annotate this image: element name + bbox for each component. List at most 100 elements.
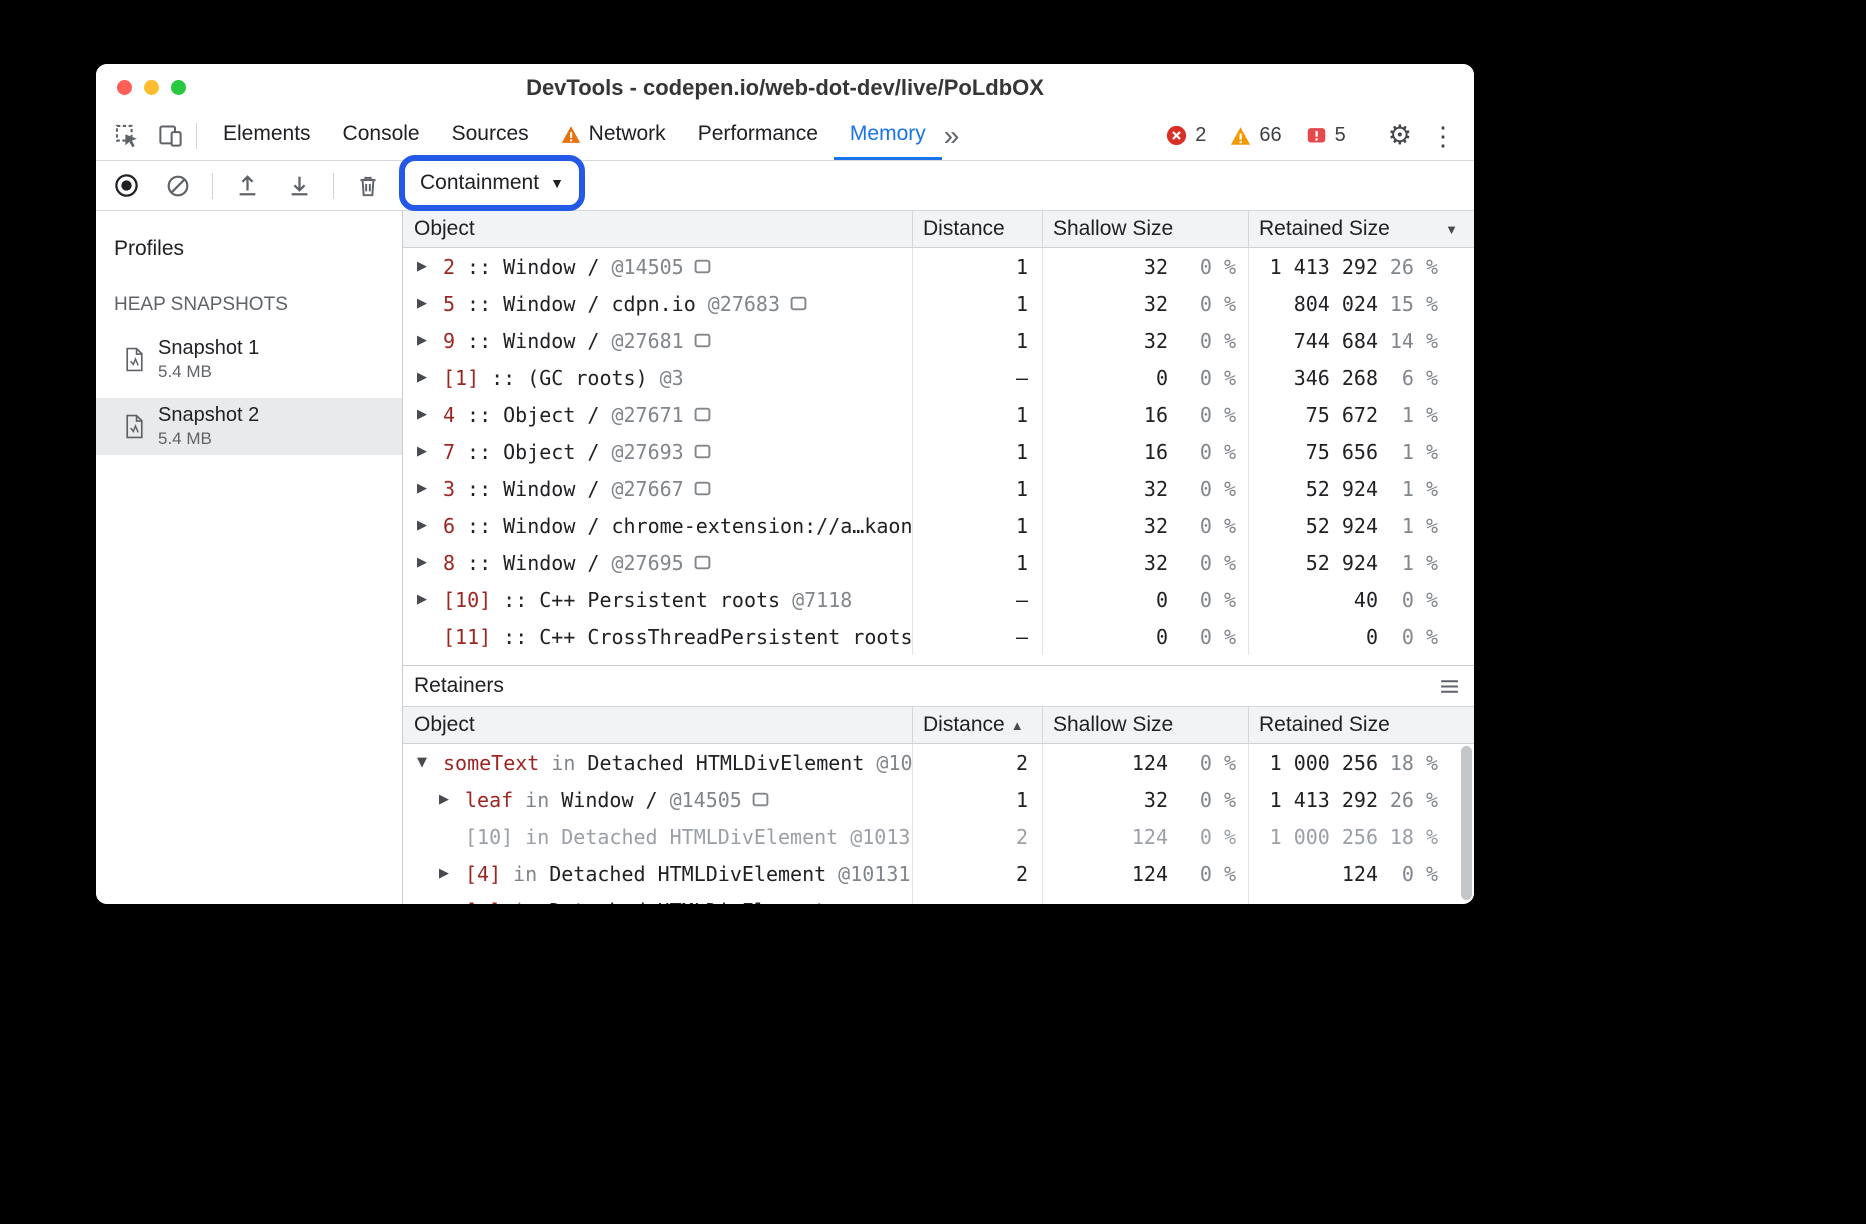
view-mode-select[interactable]: Containment	[420, 171, 539, 195]
expand-toggle-icon[interactable]: ▶	[417, 592, 443, 607]
heap-grid-row[interactable]: ▶ 9 :: Window / @27681 1 32 0 % 744 684 …	[403, 322, 1474, 359]
expand-toggle-icon[interactable]: ▶	[417, 259, 443, 274]
tab-label: Sources	[452, 122, 529, 146]
devtools-tabbar: Elements Console Sources Network Perform…	[96, 111, 1474, 161]
device-toolbar-icon	[157, 122, 184, 149]
heap-grid-row[interactable]: […] in Detached HTMLDivElement	[403, 892, 1474, 904]
reveal-frame-icon[interactable]	[694, 555, 711, 570]
shallow-size-value: 124	[1043, 862, 1168, 886]
shallow-size-percent: 0 %	[1168, 440, 1236, 464]
heap-grid-row[interactable]: ▼ someText in Detached HTMLDivElement @1…	[403, 744, 1474, 781]
tab-performance[interactable]: Performance	[682, 111, 834, 160]
shallow-size-cell: 124 0 %	[1042, 855, 1248, 892]
column-header-shallow-size[interactable]: Shallow Size	[1042, 707, 1248, 743]
heap-grid-row[interactable]: ▶ 2 :: Window / @14505 1 32 0 % 1 413 29…	[403, 248, 1474, 285]
edge-name: 3	[443, 477, 455, 501]
load-profile-button[interactable]	[225, 166, 269, 206]
heap-grid-row[interactable]: ▶ [1] :: (GC roots) @3 – 0 0 % 346 268 6…	[403, 359, 1474, 396]
reveal-frame-icon[interactable]	[694, 259, 711, 274]
heap-grid-row[interactable]: ▶ 7 :: Object / @27693 1 16 0 % 75 656 1…	[403, 433, 1474, 470]
reveal-frame-icon[interactable]	[694, 407, 711, 422]
device-toolbar-button[interactable]	[148, 111, 192, 160]
kebab-menu-icon[interactable]: ⋮	[1430, 123, 1456, 149]
expand-toggle-icon[interactable]: ▶	[439, 792, 465, 807]
tab-network[interactable]: Network	[545, 111, 682, 160]
tab-label: Network	[589, 122, 666, 146]
distance-cell: –	[912, 618, 1042, 655]
warning-badge[interactable]: 66	[1230, 124, 1281, 147]
close-button[interactable]	[117, 80, 132, 95]
column-header-distance[interactable]: Distance	[912, 211, 1042, 247]
heap-grid-row[interactable]: ▶ 3 :: Window / @27667 1 32 0 % 52 924 1…	[403, 470, 1474, 507]
column-header-retained-size[interactable]: Retained Size ▼	[1248, 211, 1474, 247]
expand-toggle-icon[interactable]: ▶	[417, 444, 443, 459]
heap-grid-row[interactable]: ▶ [10] :: C++ Persistent roots @7118 – 0…	[403, 581, 1474, 618]
expand-toggle-icon[interactable]: ▶	[417, 555, 443, 570]
object-cell: [11] :: C++ CrossThreadPersistent roots	[403, 618, 912, 655]
object-name: Detached HTMLDivElement	[561, 825, 838, 849]
in-keyword: in	[551, 751, 575, 775]
retainers-section-header: Retainers	[403, 665, 1474, 707]
retained-size-cell: 52 924 1 %	[1248, 507, 1474, 544]
heap-grid-row[interactable]: ▶ 5 :: Window / cdpn.io @27683 1 32 0 % …	[403, 285, 1474, 322]
heap-grid-row[interactable]: ▶ 6 :: Window / chrome-extension://a…kao…	[403, 507, 1474, 544]
error-count: 2	[1195, 124, 1206, 147]
tab-memory[interactable]: Memory	[834, 111, 942, 160]
error-badge[interactable]: 2	[1166, 124, 1206, 147]
retained-size-percent: 0 %	[1378, 588, 1438, 612]
object-cell: ▶ 5 :: Window / cdpn.io @27683	[403, 285, 912, 322]
column-header-distance[interactable]: Distance ▲	[912, 707, 1042, 743]
column-header-retained-size[interactable]: Retained Size	[1248, 707, 1474, 743]
memory-panel: Profiles HEAP SNAPSHOTS Snapshot 1 5.4 M…	[96, 211, 1474, 904]
heap-grid-row[interactable]: ▶ [4] in Detached HTMLDivElement @10131 …	[403, 855, 1474, 892]
retained-size-percent: 1 %	[1378, 403, 1438, 427]
heap-grid-row[interactable]: ▶ 4 :: Object / @27671 1 16 0 % 75 672 1…	[403, 396, 1474, 433]
shallow-size-cell: 0 0 %	[1042, 581, 1248, 618]
reveal-frame-icon[interactable]	[752, 792, 769, 807]
reveal-frame-icon[interactable]	[694, 333, 711, 348]
issues-badge[interactable]: 5	[1306, 124, 1346, 147]
expand-toggle-icon[interactable]: ▶	[417, 407, 443, 422]
object-id: @27683	[708, 292, 780, 316]
heap-grid-row[interactable]: ▶ leaf in Window / @14505 1 32 0 % 1 413…	[403, 781, 1474, 818]
collect-garbage-button[interactable]	[346, 166, 390, 206]
scrollbar-thumb[interactable]	[1461, 746, 1472, 900]
column-header-object[interactable]: Object	[403, 211, 912, 247]
object-name: Window /	[503, 255, 599, 279]
clear-profiles-button[interactable]	[156, 166, 200, 206]
expand-toggle-icon[interactable]: ▶	[417, 296, 443, 311]
object-id: @27695	[611, 551, 683, 575]
reveal-frame-icon[interactable]	[694, 481, 711, 496]
more-tabs-button[interactable]: »	[944, 122, 960, 150]
save-profile-button[interactable]	[277, 166, 321, 206]
column-header-object[interactable]: Object	[403, 707, 912, 743]
heap-grid-row[interactable]: [11] :: C++ CrossThreadPersistent roots …	[403, 618, 1474, 655]
heap-snapshot-item[interactable]: Snapshot 2 5.4 MB	[96, 398, 402, 455]
expand-toggle-icon[interactable]: ▼	[417, 755, 443, 770]
expand-toggle-icon[interactable]: ▶	[417, 333, 443, 348]
reveal-frame-icon[interactable]	[790, 296, 807, 311]
tab-sources[interactable]: Sources	[436, 111, 545, 160]
tab-elements[interactable]: Elements	[207, 111, 327, 160]
edge-separator: ::	[467, 403, 491, 427]
expand-toggle-icon[interactable]: ▶	[417, 481, 443, 496]
expand-toggle-icon[interactable]: ▶	[439, 866, 465, 881]
settings-gear-icon[interactable]: ⚙	[1388, 122, 1412, 149]
retained-size-cell: 124 0 %	[1248, 855, 1474, 892]
heap-grid-row[interactable]: ▶ 8 :: Window / @27695 1 32 0 % 52 924 1…	[403, 544, 1474, 581]
tab-console[interactable]: Console	[327, 111, 436, 160]
shallow-size-percent: 0 %	[1168, 292, 1236, 316]
heap-snapshot-item[interactable]: Snapshot 1 5.4 MB	[96, 331, 402, 388]
take-snapshot-button[interactable]	[104, 166, 148, 206]
inspect-element-button[interactable]	[104, 111, 148, 160]
column-header-shallow-size[interactable]: Shallow Size	[1042, 211, 1248, 247]
fullscreen-button[interactable]	[171, 80, 186, 95]
heap-grid-row[interactable]: [10] in Detached HTMLDivElement @10131 2…	[403, 818, 1474, 855]
retainers-menu-button[interactable]	[1439, 678, 1460, 695]
expand-toggle-icon[interactable]: ▶	[417, 518, 443, 533]
minimize-button[interactable]	[144, 80, 159, 95]
reveal-frame-icon[interactable]	[694, 444, 711, 459]
object-cell: ▶ 2 :: Window / @14505	[403, 248, 912, 285]
expand-toggle-icon[interactable]: ▶	[417, 370, 443, 385]
edge-name: 9	[443, 329, 455, 353]
